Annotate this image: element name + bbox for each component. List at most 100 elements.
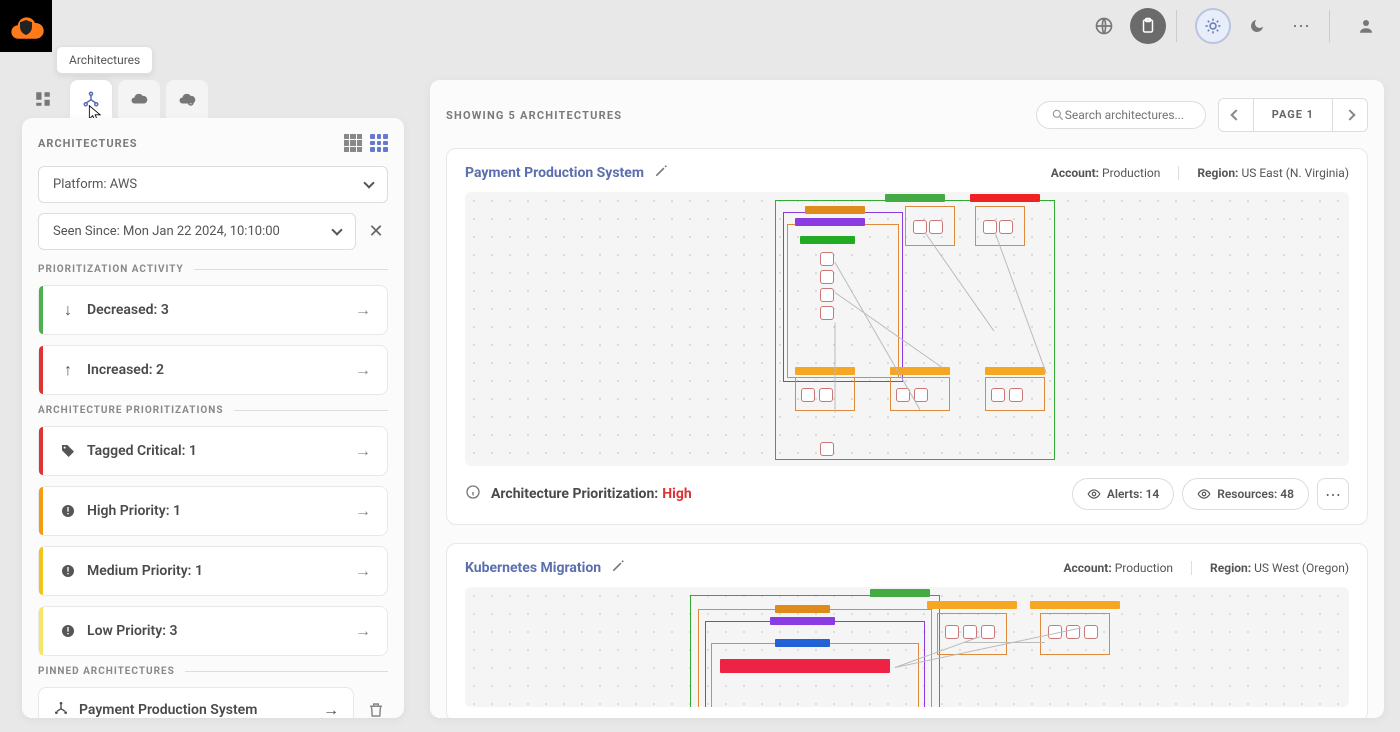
arrow-right-icon: → — [355, 621, 371, 641]
architecture-title: Payment Production System — [465, 165, 644, 181]
view-list-toggle[interactable] — [344, 134, 362, 152]
prioritization-label: Architecture Prioritization: — [491, 486, 658, 502]
nav-tabs — [22, 80, 208, 118]
search-box[interactable] — [1036, 101, 1206, 129]
sidebar: ARCHITECTURES Platform: AWS Seen Since: … — [22, 118, 404, 718]
navtab-alerts[interactable] — [118, 80, 160, 118]
theme-sun-button[interactable] — [1195, 8, 1231, 44]
chevron-down-icon — [363, 177, 374, 188]
network-icon — [82, 90, 100, 108]
region-meta: Region: US West (Oregon) — [1210, 561, 1349, 575]
activity-increased-card[interactable]: ↑ Increased: 2 → — [38, 345, 388, 395]
cloud-shield-icon — [8, 8, 44, 44]
alerts-badge[interactable]: Alerts: 14 — [1072, 478, 1174, 510]
section-prioritizations: ARCHITECTURE PRIORITIZATIONS — [38, 405, 388, 416]
main-panel: SHOWING 5 ARCHITECTURES PAGE 1 Payment P… — [430, 80, 1384, 718]
eye-icon — [1197, 487, 1211, 501]
stat-label: Increased: 2 — [87, 362, 345, 378]
page-prev-button[interactable] — [1219, 99, 1253, 131]
arrow-right-icon: → — [355, 441, 371, 461]
architecture-card[interactable]: Kubernetes Migration Account: Production… — [446, 543, 1368, 718]
platform-filter[interactable]: Platform: AWS — [38, 166, 388, 203]
user-button[interactable] — [1348, 8, 1384, 44]
trash-icon — [367, 701, 385, 718]
resources-badge[interactable]: Resources: 48 — [1182, 478, 1309, 510]
section-activity: PRIORITIZATION ACTIVITY — [38, 264, 388, 275]
app-logo[interactable] — [0, 0, 52, 52]
account-meta: Account: Production — [1051, 166, 1161, 180]
stat-label: Low Priority: 3 — [87, 623, 345, 639]
delete-pinned-button[interactable] — [364, 698, 388, 718]
alert-icon — [59, 502, 77, 520]
cloud-alert-icon — [130, 90, 148, 108]
card-more-button[interactable]: ⋯ — [1317, 478, 1349, 510]
pager: PAGE 1 — [1218, 98, 1368, 132]
arrow-right-icon: → — [355, 561, 371, 581]
alert-icon — [59, 562, 77, 580]
architecture-diagram[interactable] — [465, 587, 1349, 707]
tooltip-architectures: Architectures — [56, 46, 153, 74]
arrow-right-icon: → — [355, 360, 371, 380]
pencil-icon — [654, 164, 668, 178]
page-label: PAGE 1 — [1253, 99, 1333, 131]
user-icon — [1357, 17, 1375, 35]
topbar-divider — [1176, 10, 1177, 42]
section-pinned: PINNED ARCHITECTURES — [38, 666, 388, 677]
search-input[interactable] — [1065, 108, 1185, 122]
arrow-right-icon: → — [323, 700, 339, 718]
navtab-scan[interactable] — [166, 80, 208, 118]
clipboard-button[interactable] — [1130, 8, 1166, 44]
seen-since-filter-label: Seen Since: Mon Jan 22 2024, 10:10:00 — [53, 224, 280, 239]
topbar-divider — [1329, 10, 1330, 42]
account-meta: Account: Production — [1063, 561, 1173, 575]
arrow-down-icon: ↓ — [59, 301, 77, 319]
architecture-card[interactable]: Payment Production System Account: Produ… — [446, 148, 1368, 525]
priority-low-card[interactable]: Low Priority: 3 → — [38, 606, 388, 656]
region-meta: Region: US East (N. Virginia) — [1197, 166, 1349, 180]
dashboard-icon — [34, 90, 52, 108]
stat-label: Tagged Critical: 1 — [87, 443, 345, 459]
stat-label: Decreased: 3 — [87, 302, 345, 318]
stat-label: Medium Priority: 1 — [87, 563, 345, 579]
chevron-down-icon — [331, 224, 342, 235]
cloud-search-icon — [178, 90, 196, 108]
moon-icon — [1249, 18, 1265, 34]
pinned-architecture-card[interactable]: Payment Production System → — [38, 687, 354, 718]
seen-since-filter[interactable]: Seen Since: Mon Jan 22 2024, 10:10:00 — [38, 213, 356, 250]
search-icon — [1051, 108, 1065, 122]
priority-medium-card[interactable]: Medium Priority: 1 → — [38, 546, 388, 596]
alert-icon — [59, 622, 77, 640]
navtab-architectures[interactable] — [70, 80, 112, 118]
arrow-right-icon: → — [355, 501, 371, 521]
more-button[interactable]: ⋯ — [1283, 8, 1319, 44]
clear-filter-button[interactable]: ✕ — [364, 220, 388, 244]
sun-icon — [1204, 17, 1222, 35]
chevron-left-icon — [1230, 109, 1241, 120]
platform-filter-label: Platform: AWS — [53, 177, 137, 192]
sidebar-title: ARCHITECTURES — [38, 137, 138, 150]
showing-count: SHOWING 5 ARCHITECTURES — [446, 109, 1036, 122]
chevron-right-icon — [1344, 109, 1355, 120]
theme-moon-button[interactable] — [1239, 8, 1275, 44]
pencil-icon — [611, 559, 625, 573]
globe-icon — [1094, 16, 1114, 36]
page-next-button[interactable] — [1333, 99, 1367, 131]
view-grid-toggle[interactable] — [370, 134, 388, 152]
navtab-dashboard[interactable] — [22, 80, 64, 118]
priority-high-card[interactable]: High Priority: 1 → — [38, 486, 388, 536]
arrow-right-icon: → — [355, 300, 371, 320]
priority-critical-card[interactable]: Tagged Critical: 1 → — [38, 426, 388, 476]
globe-button[interactable] — [1086, 8, 1122, 44]
alerts-label: Alerts: 14 — [1107, 487, 1159, 501]
edit-button[interactable] — [611, 558, 625, 577]
stat-label: High Priority: 1 — [87, 503, 345, 519]
topbar: ⋯ — [0, 0, 1400, 52]
arrow-up-icon: ↑ — [59, 361, 77, 379]
activity-decreased-card[interactable]: ↓ Decreased: 3 → — [38, 285, 388, 335]
architecture-diagram[interactable] — [465, 192, 1349, 466]
prioritization-value: High — [662, 486, 691, 502]
pinned-label: Payment Production System — [79, 702, 313, 718]
edit-button[interactable] — [654, 163, 668, 182]
resources-label: Resources: 48 — [1217, 487, 1294, 501]
tag-icon — [59, 442, 77, 460]
